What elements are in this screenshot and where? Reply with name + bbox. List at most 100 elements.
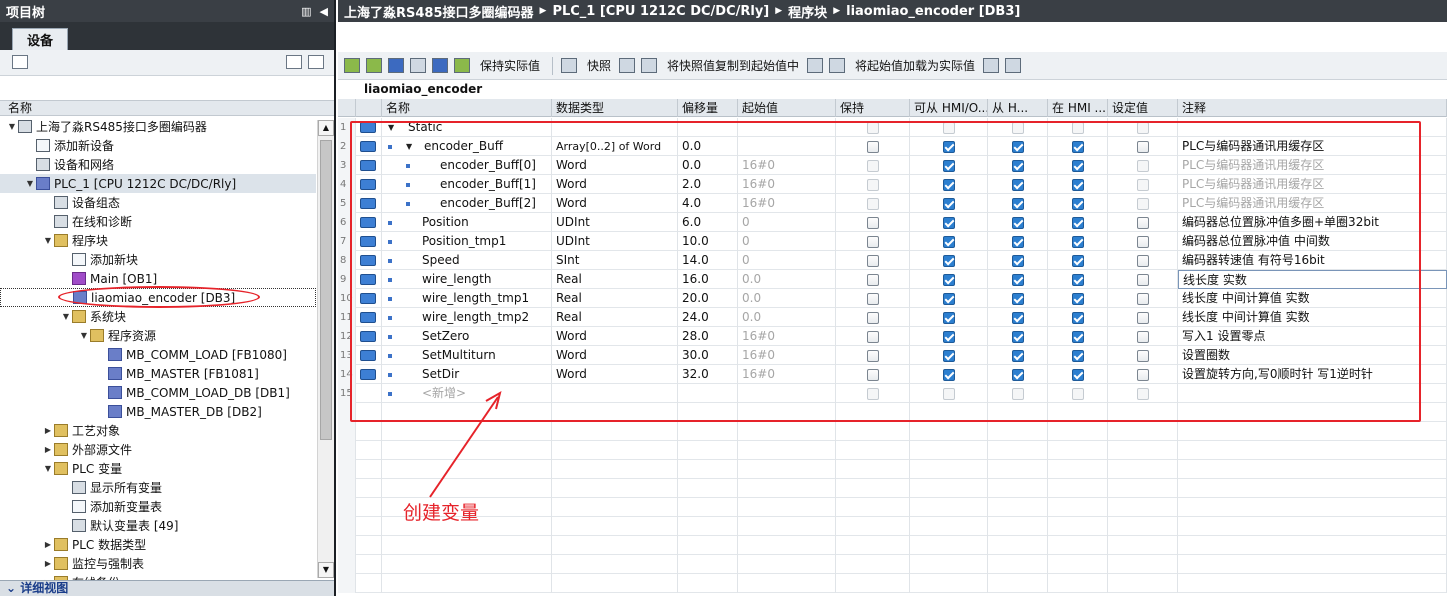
expand-toggle-icon[interactable]: ▼ [42,236,54,245]
tree-item[interactable]: MB_COMM_LOAD [FB1080] [0,345,316,364]
column-header-spacer[interactable] [338,99,356,117]
setp-checkbox[interactable] [1137,236,1149,248]
name-cell[interactable]: ▼ encoder_Buff [382,137,552,156]
table-row[interactable]: 9 wire_length Real 16.0 0.0 线长度 实数 [338,270,1447,289]
name-cell[interactable]: wire_length_tmp2 [382,308,552,327]
hmi1-checkbox[interactable] [943,350,955,362]
hmi3-checkbox[interactable] [1072,388,1084,400]
setp-checkbox[interactable] [1137,198,1149,210]
table-row[interactable]: 8 Speed SInt 14.0 0 编码器转速值 有符号16bit [338,251,1447,270]
details-view-bar[interactable]: ⌄ 详细视图 [0,580,334,596]
data-type-cell[interactable]: UDInt [552,213,678,232]
column-header[interactable]: 从 H... [988,99,1048,117]
table-row[interactable]: 6 Position UDInt 6.0 0 编码器总位置脉冲值多圈+单圈32bit [338,213,1447,232]
hmi1-checkbox[interactable] [943,369,955,381]
load-start-values-button[interactable]: 将起始值加载为实际值 [855,57,975,74]
insert-row-icon[interactable] [344,58,360,73]
setp-checkbox[interactable] [1137,141,1149,153]
table-row[interactable]: 5 encoder_Buff[2] Word 4.0 16#0 PLC与编码器通讯用缓存区 [338,194,1447,213]
name-cell[interactable]: Speed [382,251,552,270]
table-row[interactable]: 13 SetMultiturn Word 30.0 16#0 设置圈数 [338,346,1447,365]
hmi1-checkbox[interactable] [943,236,955,248]
retain-checkbox[interactable] [867,141,879,153]
breadcrumb-item[interactable]: PLC_1 [CPU 1212C DC/DC/Rly] [552,4,769,19]
setp-checkbox[interactable] [1137,122,1149,134]
name-cell[interactable]: ▼ Static [382,118,552,137]
hmi1-checkbox[interactable] [943,312,955,324]
load-all-icon[interactable] [1005,58,1022,73]
comment-cell[interactable]: 写入1 设置零点 [1178,327,1447,346]
start-value-cell[interactable]: 0.0 [738,289,836,308]
expand-toggle-icon[interactable]: ▼ [388,118,394,137]
comment-cell[interactable]: PLC与编码器通讯用缓存区 [1178,137,1447,156]
setp-checkbox[interactable] [1137,293,1149,305]
hmi1-checkbox[interactable] [943,122,955,134]
list-view-icon[interactable] [286,55,302,69]
name-cell[interactable]: Position [382,213,552,232]
data-type-cell[interactable]: Word [552,346,678,365]
hmi3-checkbox[interactable] [1072,312,1084,324]
hmi2-checkbox[interactable] [1012,312,1024,324]
tree-item[interactable]: ▼ 系统块 [0,307,316,326]
hmi2-checkbox[interactable] [1012,236,1024,248]
comment-cell[interactable]: 设置旋转方向,写0顺时针 写1逆时针 [1178,365,1447,384]
name-cell[interactable]: SetMultiturn [382,346,552,365]
data-type-cell[interactable]: Word [552,194,678,213]
hmi3-checkbox[interactable] [1072,198,1084,210]
setp-checkbox[interactable] [1137,160,1149,172]
retain-checkbox[interactable] [867,274,879,286]
column-header[interactable]: 可从 HMI/O... [910,99,988,117]
column-header[interactable]: 设定值 [1108,99,1178,117]
breadcrumb-item[interactable]: 程序块 [788,2,827,21]
expand-toggle-icon[interactable]: ▶ [42,445,54,454]
start-value-cell[interactable]: 0.0 [738,308,836,327]
expand-toggle-icon[interactable]: ▶ [42,559,54,568]
data-type-cell[interactable]: Word [552,175,678,194]
snapshot-button[interactable]: 快照 [587,57,611,74]
hmi3-checkbox[interactable] [1072,274,1084,286]
comment-cell[interactable]: PLC与编码器通讯用缓存区 [1178,194,1447,213]
retain-checkbox[interactable] [867,198,879,210]
retain-checkbox[interactable] [867,255,879,267]
tree-scrollbar[interactable]: ▲ ▼ [317,120,334,578]
column-header[interactable]: 注释 [1178,99,1447,117]
hmi1-checkbox[interactable] [943,179,955,191]
start-value-cell[interactable]: 0.0 [738,270,836,289]
tree-item[interactable]: 显示所有变量 [0,478,316,497]
tree-item[interactable]: MB_MASTER_DB [DB2] [0,402,316,421]
start-value-cell[interactable] [738,384,836,403]
table-row[interactable]: 3 encoder_Buff[0] Word 0.0 16#0 PLC与编码器通讯用缓存区 [338,156,1447,175]
load-start-icon[interactable] [807,58,824,73]
list-icon[interactable] [432,58,448,73]
table-row[interactable]: 11 wire_length_tmp2 Real 24.0 0.0 线长度 中间计算值 实… [338,308,1447,327]
collapse-panel-icon[interactable]: ◀ [320,5,328,18]
name-cell[interactable]: wire_length_tmp1 [382,289,552,308]
start-value-cell[interactable]: 16#0 [738,365,836,384]
copy-snapshot-all-icon[interactable] [641,58,658,73]
data-type-cell[interactable]: Array[0..2] of Word [552,137,678,156]
hmi2-checkbox[interactable] [1012,160,1024,172]
column-header[interactable]: 数据类型 [552,99,678,117]
tree-item[interactable]: 添加新设备 [0,136,316,155]
data-type-cell[interactable]: Word [552,156,678,175]
comment-cell[interactable]: 编码器转速值 有符号16bit [1178,251,1447,270]
hmi3-checkbox[interactable] [1072,160,1084,172]
tree-item[interactable]: Main [OB1] [0,269,316,288]
hmi2-checkbox[interactable] [1012,122,1024,134]
retain-checkbox[interactable] [867,236,879,248]
data-type-cell[interactable] [552,118,678,137]
start-value-cell[interactable]: 0 [738,251,836,270]
load-start-all-icon[interactable] [829,58,846,73]
hmi3-checkbox[interactable] [1072,141,1084,153]
comment-cell[interactable]: 编码器总位置脉冲值 中间数 [1178,232,1447,251]
hmi1-checkbox[interactable] [943,293,955,305]
tree-item[interactable]: 在线和诊断 [0,212,316,231]
tree-item[interactable]: liaomiao_encoder [DB3] [0,288,316,307]
add-view-icon[interactable] [308,55,324,69]
data-type-cell[interactable]: Real [552,289,678,308]
tree-item[interactable]: ▶ 工艺对象 [0,421,316,440]
tree-item[interactable]: MB_COMM_LOAD_DB [DB1] [0,383,316,402]
retain-checkbox[interactable] [867,312,879,324]
setp-checkbox[interactable] [1137,350,1149,362]
expand-toggle-icon[interactable]: ▼ [406,137,412,156]
